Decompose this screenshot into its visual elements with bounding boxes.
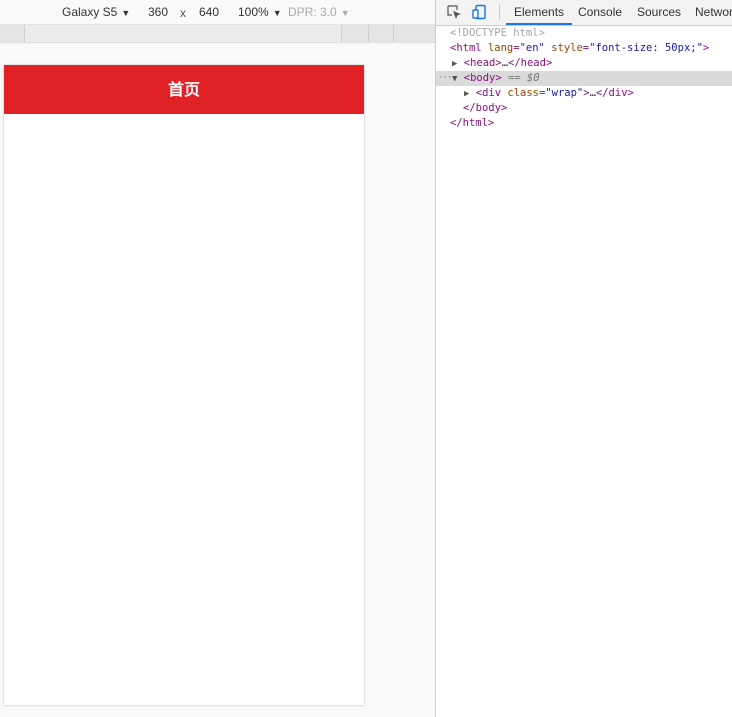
dpr-select[interactable]: DPR: 3.0 ▼ [288,5,350,19]
ruler-segment[interactable] [0,25,25,42]
page-header: 首页 [4,65,364,114]
zoom-caret-icon: ▼ [272,8,282,18]
zoom-select[interactable]: 100% ▼ [238,5,282,19]
attr-lang-value: "en" [519,42,545,54]
html-open-tag: <html [450,42,482,54]
dom-line-div[interactable]: ▶ <div class="wrap">…</div> [436,86,732,101]
attr-class-value: "wrap" [545,87,584,99]
dom-line-doctype[interactable]: <!DOCTYPE html> [436,26,732,41]
ruler-segment[interactable] [342,25,369,42]
ruler-segment[interactable] [25,25,342,42]
dom-line-body[interactable]: ··· ▼ <body> == $0 [436,71,732,86]
width-input[interactable]: 360 [148,5,168,19]
div-close-tag: </div> [595,87,634,99]
dom-line-html[interactable]: <html lang="en" style="font-size: 50px;"… [436,41,732,56]
device-emulation-pane: Galaxy S5 ▼ 360 x 640 100% ▼ DPR: 3.0 ▼ 首页 [0,0,435,717]
selected-node-marker: == $0 [508,72,540,84]
expand-triangle-icon[interactable]: ▶ [452,59,457,69]
device-caret-icon: ▼ [121,8,131,18]
devtools-panel: Elements Console Sources Network <!DOCTY… [435,0,732,717]
head-open-tag: <head> [463,57,502,69]
tab-elements[interactable]: Elements [506,0,573,25]
collapse-triangle-icon[interactable]: ▼ [452,74,457,84]
tab-network[interactable]: Network [687,0,732,25]
dpr-caret-icon: ▼ [340,8,350,18]
dpr-value: DPR: 3.0 [288,5,337,19]
ruler-segment[interactable] [369,25,394,42]
dom-line-head[interactable]: ▶ <head>…</head> [436,56,732,71]
html-close-tag: </html> [450,117,495,129]
device-select[interactable]: Galaxy S5 ▼ [62,5,130,19]
head-close-tag: </head> [508,57,553,69]
attr-lang: lang [487,42,514,54]
devtools-tabbar: Elements Console Sources Network [436,0,732,26]
more-actions-icon[interactable]: ··· [438,71,452,86]
height-input[interactable]: 640 [199,5,219,19]
expand-triangle-icon[interactable]: ▶ [464,89,469,99]
body-open-tag: <body> [463,72,502,84]
dom-line-body-close[interactable]: </body> [436,101,732,116]
device-toolbar-icon[interactable] [472,4,488,20]
body-close-tag: </body> [463,102,508,114]
tab-console[interactable]: Console [570,0,630,25]
attr-class: class [507,87,539,99]
attr-style-value: "font-size: 50px;" [589,42,703,54]
tab-sources[interactable]: Sources [629,0,689,25]
ruler-segment[interactable] [394,25,435,42]
page-title: 首页 [167,80,200,99]
device-viewport[interactable]: 首页 [4,65,364,705]
attr-style: style [551,42,583,54]
dimension-times-label: x [180,6,186,20]
device-name: Galaxy S5 [62,5,118,19]
div-open-tag: <div [475,87,502,99]
inspect-element-icon[interactable] [446,4,462,20]
html-open-bracket: > [702,42,710,54]
zoom-value: 100% [238,5,269,19]
dom-line-html-close[interactable]: </html> [436,116,732,131]
device-toolbar: Galaxy S5 ▼ 360 x 640 100% ▼ DPR: 3.0 ▼ [0,0,435,25]
media-query-ruler[interactable] [0,25,435,43]
dom-tree: <!DOCTYPE html> <html lang="en" style="f… [436,26,732,131]
doctype-text: <!DOCTYPE html> [450,27,545,39]
toolbar-divider [499,4,500,20]
